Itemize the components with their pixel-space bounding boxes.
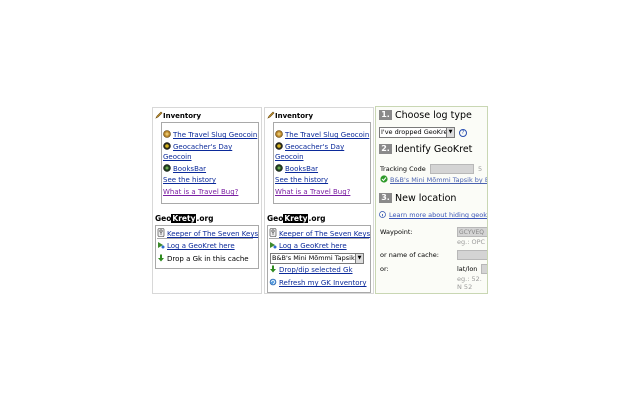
geocoin-icon (163, 130, 171, 138)
pencil-icon (267, 111, 275, 119)
pencil-icon (155, 111, 163, 119)
gk-drop-item[interactable]: Drop a Gk in this cache (157, 254, 249, 264)
down-arrow-icon (269, 265, 277, 273)
gk-log-item[interactable]: Log a GeoKret here (157, 241, 235, 251)
geocoin-icon (275, 142, 283, 150)
log-arrow-icon (269, 241, 277, 249)
refresh-icon (269, 278, 277, 286)
geokrety-box: Keeper of The Seven Keys Log a GeoKret h… (267, 225, 371, 293)
tracking-label: Tracking Code (380, 165, 426, 173)
inventory-list: The Travel Slug Geocoin Geocacher's Day … (161, 122, 259, 204)
log-form-panel: 1. Choose log type I've dropped GeoKret ▼ … (375, 106, 488, 294)
gk-refresh[interactable]: Refresh my GK Inventory (269, 278, 367, 288)
gk-log-item[interactable]: Log a GeoKret here (269, 241, 347, 251)
travelbug-info-link[interactable]: What is a Travel Bug? (163, 188, 238, 197)
geocoin-icon (275, 130, 283, 138)
latlon-hint-1: eg.: 52. (457, 275, 482, 283)
gk-select[interactable]: B&B's Mini Mõmmi Tapsik ▼ (270, 253, 364, 264)
latlon-input[interactable] (481, 264, 487, 274)
check-icon (380, 175, 388, 183)
latlon-hint-2: N 52 (457, 283, 473, 291)
inventory-title: Inventory (155, 111, 201, 120)
or-label: or: (380, 265, 389, 273)
help-icon[interactable]: ? (459, 128, 467, 137)
cache-name-input[interactable] (457, 250, 487, 260)
step2-heading: 2. Identify GeoKret (379, 144, 472, 155)
gk-found: B&B's Mini Mõmmi Tapsik by B (380, 175, 487, 184)
geokrety-logo: GeoKrety.org (267, 214, 326, 223)
travelbug-icon (275, 164, 283, 172)
info-icon (379, 211, 387, 219)
chevron-down-icon: ▼ (446, 128, 454, 137)
list-item[interactable]: Geocacher's Day (163, 142, 232, 152)
gk-divider (269, 228, 369, 239)
list-item[interactable]: BooksBar (163, 164, 206, 174)
waypoint-hint: eg.: OPC (457, 238, 486, 246)
waypoint-input[interactable]: GCYVEQ (457, 227, 487, 237)
history-link[interactable]: See the history (163, 176, 216, 185)
chevron-down-icon: ▼ (355, 254, 363, 263)
gk-divider (157, 228, 253, 239)
history-link[interactable]: See the history (275, 176, 328, 185)
list-item[interactable]: The Travel Slug Geocoin (163, 130, 257, 140)
latlon-label: lat/lon (457, 265, 478, 273)
geocoin-icon (163, 142, 171, 150)
geokrety-box: Keeper of The Seven Keys Log a GeoKret h… (155, 225, 259, 269)
travelbug-info-link[interactable]: What is a Travel Bug? (275, 188, 350, 197)
list-item[interactable]: Geocacher's Day (275, 142, 344, 152)
tracking-input[interactable] (430, 164, 474, 174)
down-arrow-icon (157, 254, 165, 262)
cache-name-label: or name of cache: (380, 251, 439, 259)
geokrety-logo: GeoKrety.org (155, 214, 214, 223)
logtype-select[interactable]: I've dropped GeoKret ▼ (379, 127, 455, 138)
list-item[interactable]: Geocoin (275, 153, 304, 162)
waypoint-label: Waypoint: (380, 228, 413, 236)
list-item[interactable]: BooksBar (275, 164, 318, 174)
inventory-list: The Travel Slug Geocoin Geocacher's Day … (273, 122, 371, 204)
list-item[interactable]: The Travel Slug Geocoin (275, 130, 369, 140)
step1-heading: 1. Choose log type (379, 110, 472, 121)
inventory-title: Inventory (267, 111, 313, 120)
tracking-suffix: 5 (478, 165, 483, 173)
gk-drop-selected[interactable]: Drop/dip selected Gk (269, 265, 353, 275)
step3-heading: 3. New location (379, 193, 456, 204)
inventory-panel-2: Inventory The Travel Slug Geocoin Geocac… (264, 107, 374, 294)
travelbug-icon (163, 164, 171, 172)
inventory-panel-1: Inventory The Travel Slug Geocoin Geocac… (152, 107, 262, 294)
log-arrow-icon (157, 241, 165, 249)
list-item[interactable]: Geocoin (163, 153, 192, 162)
learn-more-link[interactable]: Learn more about hiding geokr (379, 211, 487, 219)
